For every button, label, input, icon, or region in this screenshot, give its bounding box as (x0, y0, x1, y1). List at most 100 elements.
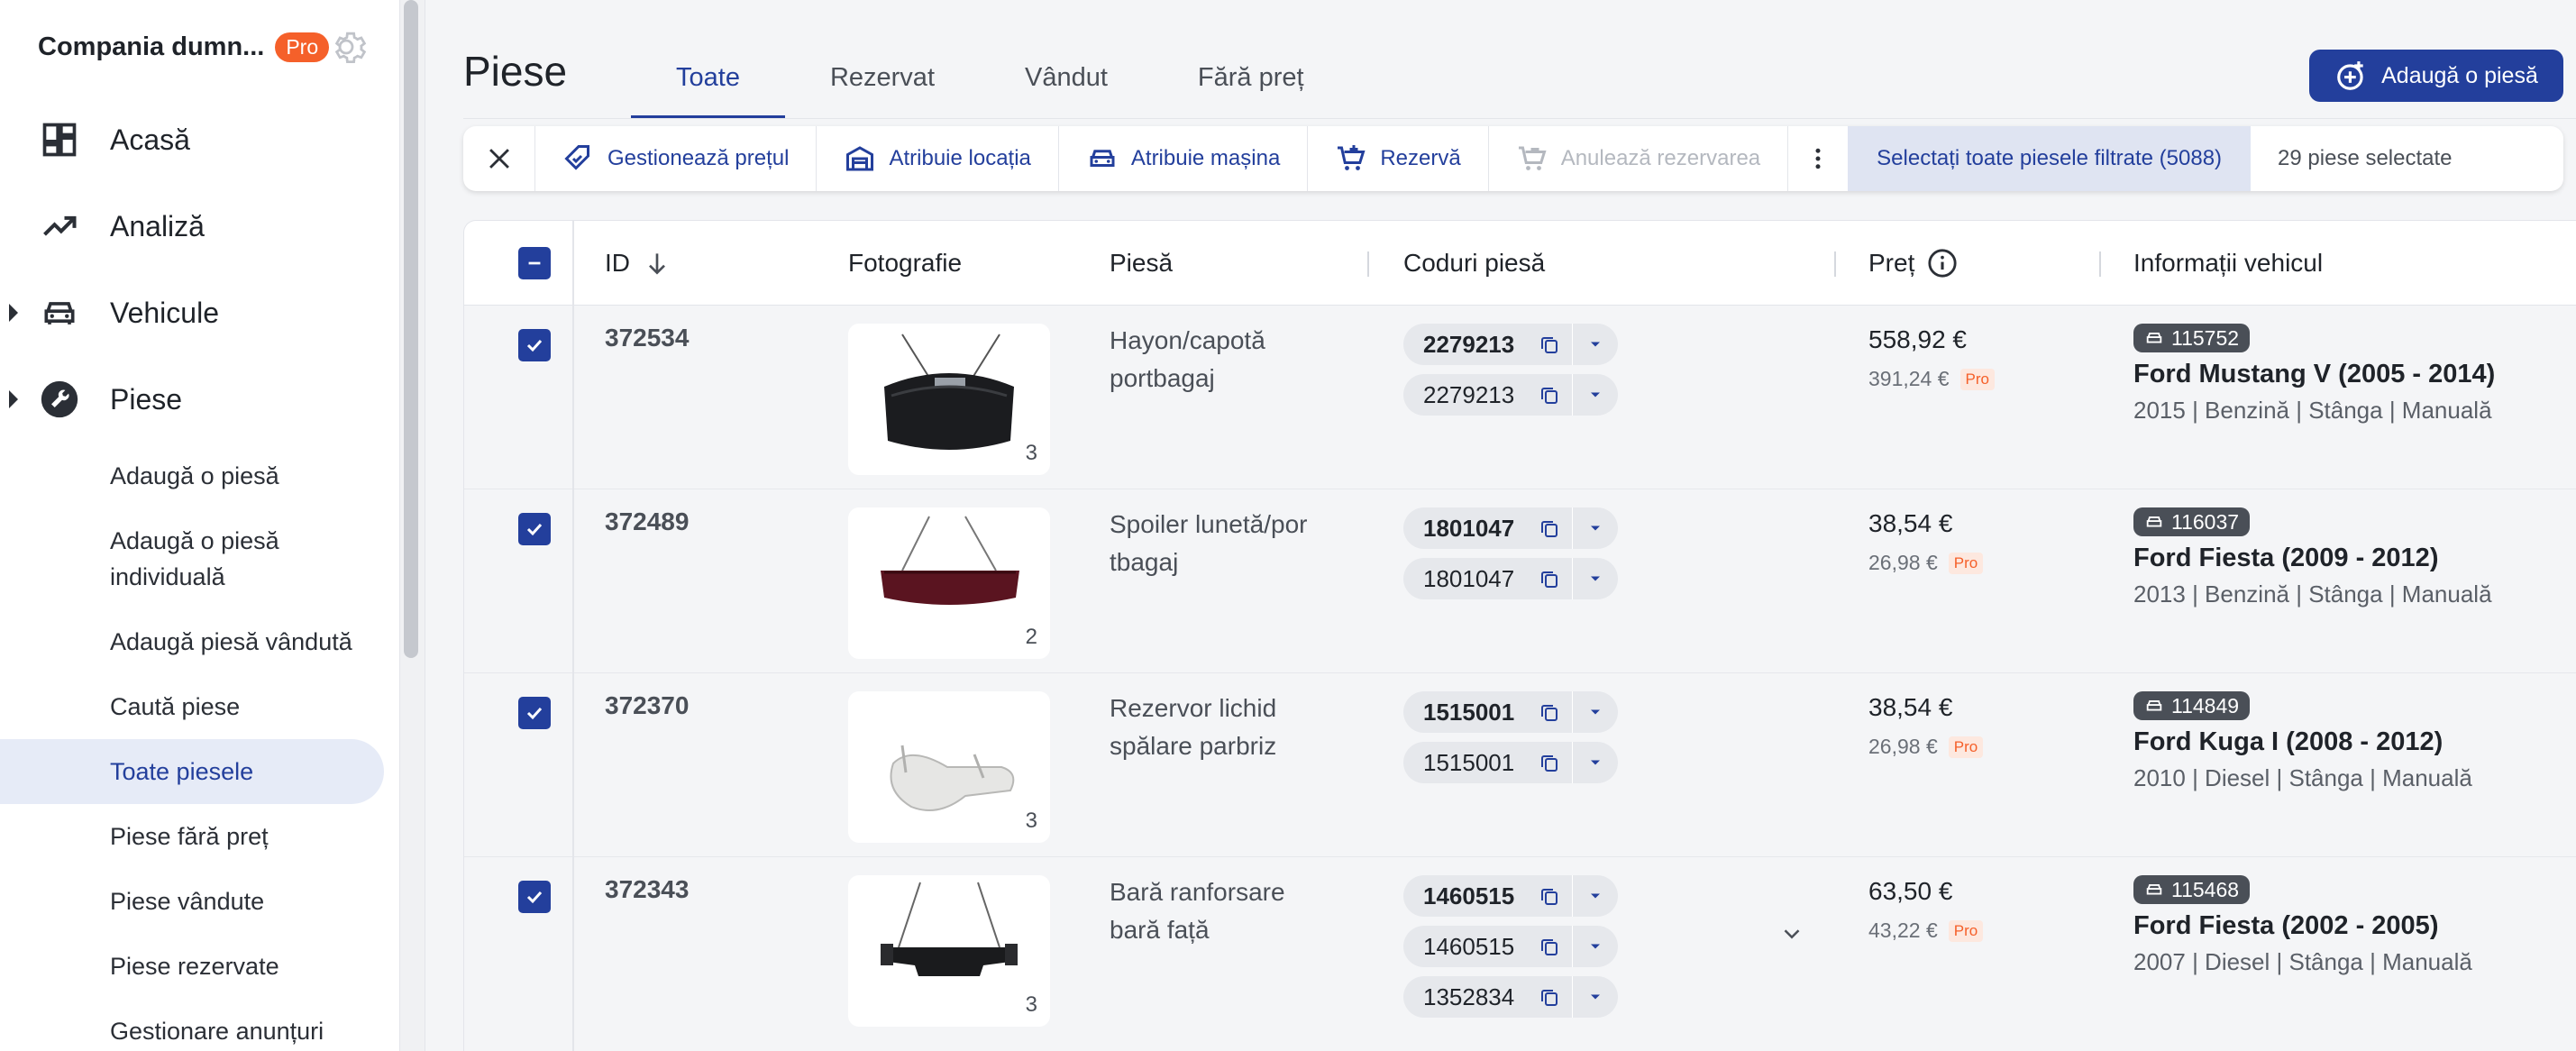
column-resizer[interactable] (1834, 251, 1836, 277)
vehicle-id-tag[interactable]: 114849 (2133, 691, 2251, 720)
part-name: Spoiler lunetă/portbagaj (1110, 510, 1308, 576)
tab-fara-pret[interactable]: Fără preț (1153, 36, 1349, 119)
nav-sub-gestionare-anunturi[interactable]: Gestionare anunțuri (0, 1013, 384, 1049)
arrow-down-icon (649, 253, 665, 275)
code-chip: 2279213 (1403, 324, 1618, 365)
nav-sub-adauga-piesa[interactable]: Adaugă o piesă (0, 458, 384, 494)
vehicle-id-tag[interactable]: 116037 (2133, 507, 2251, 536)
nav-sub-cauta-piese[interactable]: Caută piese (0, 689, 384, 725)
vehicle-id-tag[interactable]: 115468 (2133, 875, 2251, 904)
nav-item-analiza[interactable]: Analiză (0, 195, 400, 258)
column-resizer[interactable] (2099, 251, 2101, 277)
warehouse-icon (846, 146, 874, 171)
copy-icon[interactable] (1527, 936, 1572, 957)
wrench-icon (41, 380, 78, 418)
copy-icon[interactable] (1527, 701, 1572, 723)
sidebar-scrollbar-thumb[interactable] (404, 0, 418, 658)
row-checkbox[interactable] (518, 697, 551, 729)
manage-price-button[interactable]: Gestionează prețul (535, 126, 818, 191)
assign-car-button[interactable]: Atribuie mașina (1059, 126, 1309, 191)
add-part-button[interactable]: Adaugă o piesă (2309, 50, 2563, 102)
part-photo[interactable]: 3 (848, 324, 1050, 475)
more-actions-button[interactable] (1788, 126, 1848, 191)
price-value: 38,54 € (1868, 509, 1953, 537)
nav-sub-piese-fara-pret[interactable]: Piese fără preț (0, 818, 384, 855)
copy-icon[interactable] (1527, 384, 1572, 406)
nav-item-piese[interactable]: Piese (0, 368, 400, 431)
vehicle-id-tag[interactable]: 115752 (2133, 324, 2251, 352)
pro-price-value: 26,98 € (1868, 735, 1938, 758)
chevron-down-icon[interactable] (1573, 519, 1618, 537)
copy-icon[interactable] (1527, 752, 1572, 773)
select-all-filtered-button[interactable]: Selectați toate piesele filtrate (5088) (1848, 126, 2252, 191)
part-photo[interactable]: 3 (848, 691, 1050, 843)
info-icon[interactable] (1927, 248, 1958, 279)
chevron-down-icon[interactable] (1573, 386, 1618, 404)
table-row[interactable]: 372370 3 Rezervor lichid spălare parbriz… (464, 673, 2576, 857)
nav-sub-piese-vandute[interactable]: Piese vândute (0, 883, 384, 919)
check-icon (526, 523, 543, 536)
vehicle-info: 114849 Ford Kuga I (2008 - 2012) 2010 | … (2133, 691, 2472, 792)
expand-codes-chevron-icon[interactable] (1778, 920, 1805, 947)
nav-sub-adauga-piesa-vanduta[interactable]: Adaugă piesă vândută (0, 624, 384, 660)
tab-vandut[interactable]: Vândut (980, 36, 1153, 119)
nav-sub-adauga-piesa-individuala[interactable]: Adaugă o piesă individuală (0, 523, 361, 595)
company-header[interactable]: Compania dumn... Pro (38, 27, 330, 67)
column-vehicle: Informații vehicul (2133, 249, 2324, 277)
code-chip: 1460515 (1403, 875, 1618, 917)
part-photo[interactable]: 3 (848, 875, 1050, 1027)
chevron-down-icon[interactable] (1573, 754, 1618, 772)
row-checkbox[interactable] (518, 881, 551, 913)
reserve-button[interactable]: Rezervă (1308, 126, 1489, 191)
vehicle-details: 2010 | Diesel | Stânga | Manuală (2133, 764, 2472, 791)
part-photo[interactable]: 2 (848, 507, 1050, 659)
row-checkbox[interactable] (518, 513, 551, 545)
header-divider (463, 118, 2576, 119)
copy-icon[interactable] (1527, 885, 1572, 907)
table-row[interactable]: 372489 2 Spoiler lunetă/portbagaj 180104… (464, 489, 2576, 673)
vehicle-id: 114849 (2171, 693, 2240, 717)
photo-count: 2 (1025, 625, 1037, 649)
table-row[interactable]: 372534 3 Hayon/capotă portbagaj 2279213 … (464, 306, 2576, 489)
part-id[interactable]: 372343 (605, 875, 689, 904)
vehicle-details: 2007 | Diesel | Stânga | Manuală (2133, 948, 2472, 975)
part-id[interactable]: 372370 (605, 691, 689, 720)
part-price: 38,54 € 26,98 € Pro (1868, 509, 1984, 575)
part-id[interactable]: 372534 (605, 324, 689, 352)
nav-item-vehicule[interactable]: Vehicule (0, 281, 400, 344)
car-icon (2146, 516, 2162, 527)
nav-sub-toate-piesele[interactable]: Toate piesele (0, 739, 384, 804)
copy-icon[interactable] (1527, 986, 1572, 1008)
chevron-down-icon[interactable] (1573, 937, 1618, 955)
tab-rezervat[interactable]: Rezervat (785, 36, 980, 119)
nav-item-acasa[interactable]: Acasă (0, 108, 400, 171)
chevron-down-icon[interactable] (1573, 988, 1618, 1006)
clear-selection-button[interactable] (463, 126, 535, 191)
photo-count: 3 (1025, 809, 1037, 833)
vehicle-title: Ford Fiesta (2002 - 2005) (2133, 911, 2439, 940)
copy-icon[interactable] (1527, 517, 1572, 539)
select-all-checkbox[interactable] (518, 221, 551, 306)
assign-location-button[interactable]: Atribuie locația (817, 126, 1059, 191)
column-resizer[interactable] (1367, 251, 1369, 277)
chevron-down-icon[interactable] (1573, 887, 1618, 905)
chevron-down-icon[interactable] (1573, 335, 1618, 353)
chevron-down-icon[interactable] (1573, 703, 1618, 721)
part-price: 38,54 € 26,98 € Pro (1868, 693, 1984, 759)
nav-sub-piese-rezervate[interactable]: Piese rezervate (0, 948, 384, 984)
code-value: 2279213 (1423, 330, 1515, 358)
gear-icon[interactable] (324, 25, 368, 69)
column-id[interactable]: ID (605, 221, 671, 306)
table-row[interactable]: 372343 3 Bară ranforsare bară față 14605… (464, 857, 2576, 1051)
copy-icon[interactable] (1527, 568, 1572, 589)
row-checkbox[interactable] (518, 329, 551, 361)
code-value: 1460515 (1423, 882, 1515, 909)
photo-count: 3 (1025, 992, 1037, 1017)
car-icon (2146, 700, 2162, 711)
chevron-down-icon[interactable] (1573, 570, 1618, 588)
cancel-reservation-button[interactable]: Anulează rezervarea (1489, 126, 1789, 191)
tab-toate[interactable]: Toate (631, 36, 785, 119)
copy-icon[interactable] (1527, 334, 1572, 355)
part-id[interactable]: 372489 (605, 507, 689, 536)
vehicle-id: 115468 (2171, 877, 2240, 901)
